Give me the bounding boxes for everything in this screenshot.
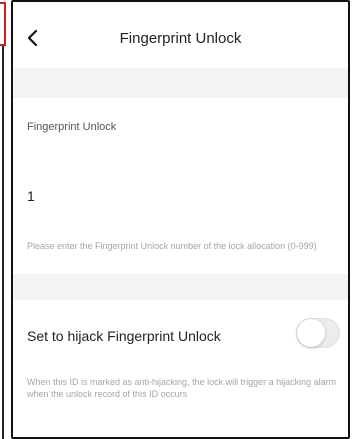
fingerprint-id-label: Fingerprint Unlock xyxy=(27,121,117,133)
toggle-knob xyxy=(297,319,325,347)
hijack-help: When this ID is marked as anti-hijacking… xyxy=(27,377,337,399)
adjacent-window-edge xyxy=(0,0,8,439)
phone-screen: Fingerprint Unlock Fingerprint Unlock Pl… xyxy=(11,0,350,439)
page-title: Fingerprint Unlock xyxy=(119,30,242,47)
chevron-left-icon xyxy=(27,29,38,47)
section-spacer xyxy=(13,68,348,98)
hijack-card: Set to hijack Fingerprint Unlock When th… xyxy=(13,300,348,437)
fingerprint-id-help: Please enter the Fingerprint Unlock numb… xyxy=(27,241,317,251)
hijack-label: Set to hijack Fingerprint Unlock xyxy=(27,328,221,344)
back-button[interactable] xyxy=(17,24,47,52)
navigation-bar: Fingerprint Unlock xyxy=(13,2,348,68)
screenshot-canvas: Fingerprint Unlock Fingerprint Unlock Pl… xyxy=(0,0,352,439)
window-border xyxy=(2,46,4,439)
section-spacer xyxy=(13,274,348,300)
fingerprint-id-input[interactable] xyxy=(27,188,327,204)
selection-highlight xyxy=(0,2,6,46)
hijack-toggle[interactable] xyxy=(296,318,340,348)
fingerprint-id-card: Fingerprint Unlock Please enter the Fing… xyxy=(13,98,348,274)
